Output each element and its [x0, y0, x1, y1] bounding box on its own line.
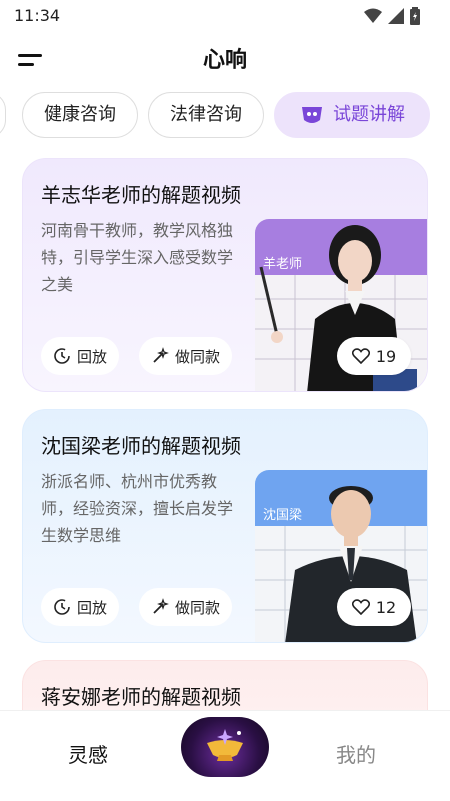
signal-icon: [388, 8, 404, 24]
app-title: 心响: [202, 48, 247, 73]
magic-wand-icon: [153, 598, 169, 614]
tab-exam-explain[interactable]: 试题讲解: [274, 92, 430, 138]
thumb-caption: 沈国梁: [263, 508, 303, 523]
make-same-button[interactable]: 做同款: [139, 588, 233, 626]
make-same-label: 做同款: [175, 598, 221, 617]
nav-inspiration[interactable]: 灵感: [68, 739, 108, 768]
video-card[interactable]: 沈国梁老师的解题视频 浙派名师、杭州市优秀教师，经验资深，擅长启发学生数学思维 …: [22, 409, 428, 643]
status-bar: 11:34: [0, 0, 450, 32]
like-button[interactable]: 19: [337, 337, 411, 375]
tab-mascot-icon: [302, 107, 322, 123]
tab-law[interactable]: 法律咨询: [148, 92, 264, 138]
replay-button[interactable]: 回放: [41, 588, 120, 626]
card-description: 河南骨干教师，教学风格独特，引导学生深入感受数学之美: [41, 221, 234, 294]
replay-clock-icon: [54, 348, 70, 364]
video-card[interactable]: 羊志华老师的解题视频 河南骨干教师，教学风格独特，引导学生深入感受数学之美 回放…: [22, 158, 428, 392]
status-icons: [364, 7, 420, 25]
replay-button[interactable]: 回放: [41, 337, 120, 375]
heart-icon: [351, 348, 370, 364]
make-same-button[interactable]: 做同款: [139, 337, 233, 375]
category-tabs: 健康咨询 法律咨询 试题讲解: [0, 92, 450, 140]
card-title: 羊志华老师的解题视频: [41, 183, 241, 207]
thumb-caption: 羊老师: [263, 257, 303, 272]
replay-clock-icon: [54, 599, 70, 615]
card-title: 沈国梁老师的解题视频: [41, 434, 241, 458]
like-count: 12: [375, 597, 397, 617]
replay-label: 回放: [77, 347, 108, 366]
battery-icon: [410, 7, 420, 25]
card-description: 浙派名师、杭州市优秀教师，经验资深，擅长启发学生数学思维: [41, 472, 234, 545]
magic-wand-icon: [153, 347, 169, 363]
app-header: 心响: [0, 36, 450, 84]
bottom-nav: 灵感 我的: [0, 710, 450, 801]
nav-mine[interactable]: 我的: [336, 739, 376, 768]
tab-partial-left[interactable]: [0, 92, 6, 138]
make-same-label: 做同款: [175, 347, 221, 366]
nav-center-button[interactable]: [181, 717, 269, 777]
tab-health[interactable]: 健康咨询: [22, 92, 138, 138]
tab-exam-explain-label: 试题讲解: [333, 104, 405, 125]
replay-label: 回放: [77, 598, 108, 617]
card-title: 蒋安娜老师的解题视频: [41, 685, 241, 709]
heart-icon: [351, 599, 370, 615]
magic-lamp-icon: [207, 729, 243, 761]
like-button[interactable]: 12: [337, 588, 411, 626]
wifi-icon: [364, 8, 382, 23]
status-time: 11:34: [14, 6, 61, 25]
like-count: 19: [375, 346, 397, 366]
